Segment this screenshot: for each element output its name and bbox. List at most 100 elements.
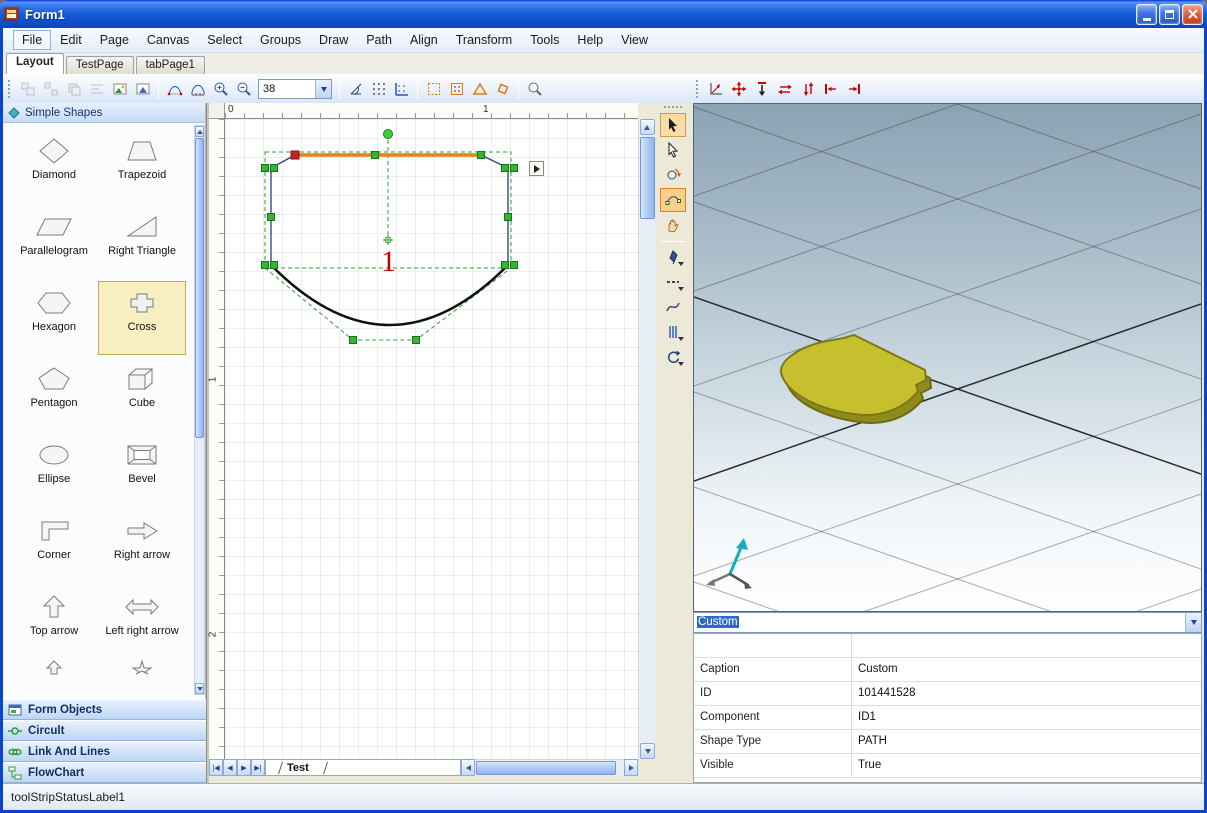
snap-triangle-icon[interactable]	[468, 78, 491, 101]
menu-item-groups[interactable]: Groups	[251, 30, 310, 50]
canvas-horizontal-scrollbar[interactable]	[475, 759, 624, 776]
menu-item-align[interactable]: Align	[401, 30, 447, 50]
toolbox-group-circuit[interactable]: Circult	[3, 720, 206, 741]
shape-item-top-arrow[interactable]: Top arrow	[10, 585, 98, 659]
menu-item-select[interactable]: Select	[198, 30, 251, 50]
snap-grid-frame-icon[interactable]	[445, 78, 468, 101]
shape-item-hexagon[interactable]: Hexagon	[10, 281, 98, 355]
scroll-down-button[interactable]	[640, 743, 655, 759]
line-style-tool-button[interactable]	[660, 270, 686, 294]
menu-item-file[interactable]: File	[13, 30, 51, 50]
shape-item-trapezoid[interactable]: Trapezoid	[98, 129, 186, 203]
toolbar-grip[interactable]	[664, 106, 682, 109]
menu-item-transform[interactable]: Transform	[447, 30, 522, 50]
shape-item-ellipse[interactable]: Ellipse	[10, 433, 98, 507]
scroll-up-button[interactable]	[195, 126, 204, 137]
preset-value[interactable]: Custom	[694, 613, 1185, 632]
menu-item-tools[interactable]: Tools	[521, 30, 568, 50]
curve-tool-button[interactable]	[660, 295, 686, 319]
path-edit-tool-button[interactable]	[660, 188, 686, 212]
preset-combo-dropdown[interactable]	[1185, 613, 1201, 632]
menu-item-edit[interactable]: Edit	[51, 30, 91, 50]
first-page-button[interactable]: |◀	[209, 759, 223, 776]
shape-item-left-right-arrow[interactable]: Left right arrow	[98, 585, 186, 659]
node-select-tool-button[interactable]	[660, 138, 686, 162]
scrollbar-thumb[interactable]	[195, 138, 204, 438]
viewport-3d[interactable]	[693, 103, 1202, 612]
move-all-icon[interactable]	[727, 78, 750, 101]
curve-ruler-icon[interactable]	[186, 78, 209, 101]
snap-frame-icon[interactable]	[422, 78, 445, 101]
prev-page-button[interactable]: ◀	[223, 759, 237, 776]
curve-grid-icon[interactable]	[163, 78, 186, 101]
tab-testpage[interactable]: TestPage	[66, 56, 134, 74]
scroll-down-button[interactable]	[195, 683, 204, 694]
scroll-left-button[interactable]	[461, 759, 475, 776]
menu-item-canvas[interactable]: Canvas	[138, 30, 198, 50]
last-page-button[interactable]: ▶|	[251, 759, 265, 776]
shape-item-parallelogram[interactable]: Parallelogram	[10, 205, 98, 279]
shape-item-diamond[interactable]: Diamond	[10, 129, 98, 203]
zoom-in-icon[interactable]	[209, 78, 232, 101]
group-icon[interactable]	[16, 78, 39, 101]
shape-item-pentagon[interactable]: Pentagon	[10, 357, 98, 431]
shape-item-right-arrow[interactable]: Right arrow	[98, 509, 186, 583]
align-to-left-icon[interactable]	[819, 78, 842, 101]
page-tab-test[interactable]: Test	[278, 762, 328, 774]
zoom-out-icon[interactable]	[232, 78, 255, 101]
toolbox-scrollbar[interactable]	[194, 125, 205, 695]
toolbar-grip[interactable]	[8, 80, 11, 98]
tab-layout[interactable]: Layout	[6, 53, 64, 74]
toolbox-group-link-and-lines[interactable]: Link And Lines	[3, 741, 206, 762]
close-button[interactable]	[1182, 4, 1203, 25]
minimize-button[interactable]	[1136, 4, 1157, 25]
drawing-canvas[interactable]: 1	[225, 119, 638, 759]
toolbar-grip[interactable]	[696, 80, 699, 98]
zoom-value[interactable]: 38	[259, 80, 315, 98]
shape-item-corner[interactable]: Corner	[10, 509, 98, 583]
shape-item-cross[interactable]: Cross	[98, 281, 186, 355]
scrollbar-thumb[interactable]	[476, 761, 616, 775]
maximize-button[interactable]	[1159, 4, 1180, 25]
menu-item-help[interactable]: Help	[568, 30, 612, 50]
pan-tool-button[interactable]	[660, 213, 686, 237]
shape-item-bevel[interactable]: Bevel	[98, 433, 186, 507]
orbit-tool-button[interactable]	[660, 163, 686, 187]
scroll-right-button[interactable]	[624, 759, 638, 776]
scroll-up-button[interactable]	[640, 119, 655, 135]
axes-icon[interactable]	[704, 78, 727, 101]
tab-tabpage1[interactable]: tabPage1	[136, 56, 205, 74]
next-page-button[interactable]: ▶	[237, 759, 251, 776]
zoom-combo-dropdown[interactable]	[315, 80, 331, 98]
canvas-vertical-scrollbar[interactable]	[638, 119, 655, 759]
shape-item-right-triangle[interactable]: Right Triangle	[98, 205, 186, 279]
toolbox-header-simple-shapes[interactable]: Simple Shapes	[3, 103, 205, 123]
swap-horizontal-icon[interactable]	[773, 78, 796, 101]
dot-grid-icon[interactable]	[367, 78, 390, 101]
toolbox-group-flowchart[interactable]: FlowChart	[3, 762, 206, 783]
shape-item-cube[interactable]: Cube	[98, 357, 186, 431]
smart-tag-button[interactable]	[529, 161, 544, 176]
scrollbar-thumb[interactable]	[640, 137, 655, 219]
pen-style-tool-button[interactable]	[660, 245, 686, 269]
select-tool-button[interactable]	[660, 113, 686, 137]
menu-item-page[interactable]: Page	[91, 30, 138, 50]
ungroup-icon[interactable]	[39, 78, 62, 101]
snap-rotate-icon[interactable]	[491, 78, 514, 101]
image-icon[interactable]	[108, 78, 131, 101]
rotate-tool-button[interactable]	[660, 345, 686, 369]
grid-ruler-icon[interactable]	[390, 78, 413, 101]
align-to-right-icon[interactable]	[842, 78, 865, 101]
zoom-combo[interactable]: 38	[258, 79, 332, 99]
preset-combo[interactable]: Custom	[693, 612, 1202, 633]
menu-item-draw[interactable]: Draw	[310, 30, 357, 50]
protractor-icon[interactable]	[344, 78, 367, 101]
order-icon[interactable]	[62, 78, 85, 101]
hatch-tool-button[interactable]	[660, 320, 686, 344]
magnifier-icon[interactable]	[523, 78, 546, 101]
menu-item-path[interactable]: Path	[357, 30, 401, 50]
drop-down-axis-icon[interactable]	[750, 78, 773, 101]
titlebar[interactable]: Form1	[0, 0, 1207, 28]
toolbox-group-form-objects[interactable]: Form Objects	[3, 699, 206, 720]
menu-item-view[interactable]: View	[612, 30, 657, 50]
